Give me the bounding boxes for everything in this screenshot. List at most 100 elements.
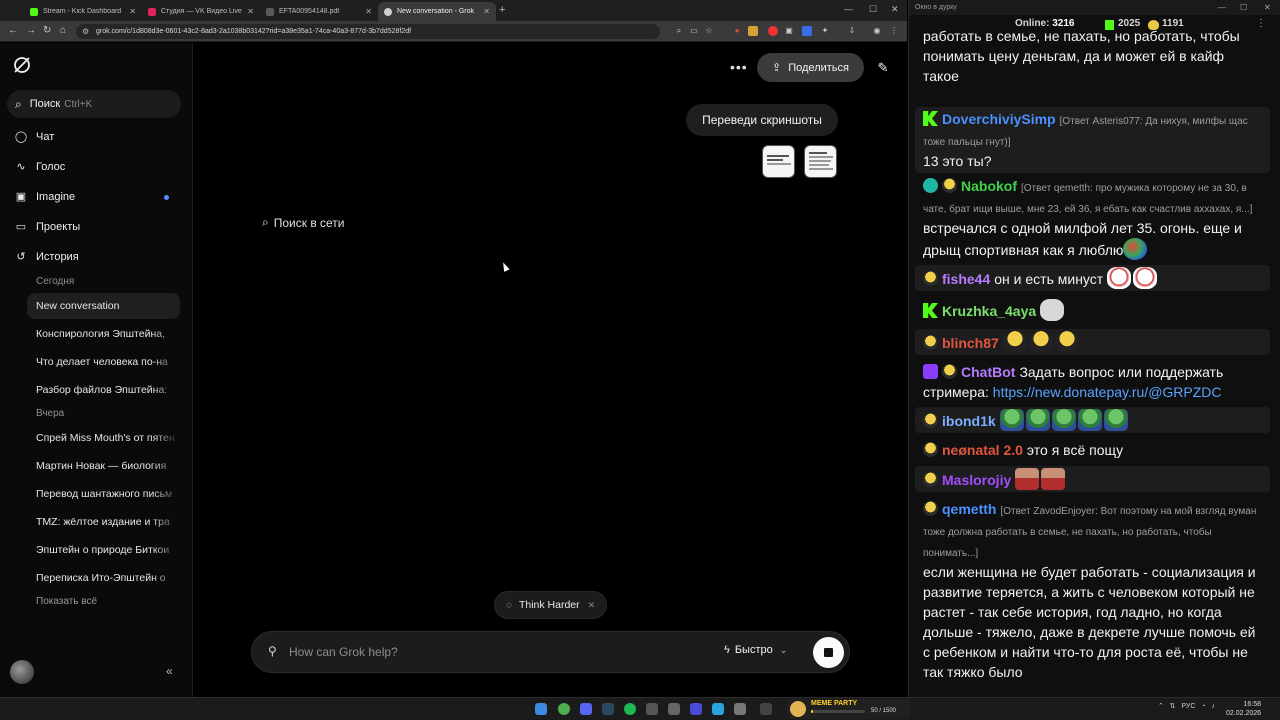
paperclip-icon[interactable]: ⚲ bbox=[268, 644, 277, 658]
bookmark-star-icon[interactable]: ☆ bbox=[704, 26, 714, 36]
prompt-input[interactable] bbox=[289, 642, 709, 662]
donate-link[interactable]: https://new.donatepay.ru/@GRPZDC bbox=[993, 384, 1222, 400]
close-icon[interactable]: ✕ bbox=[483, 7, 490, 16]
history-item[interactable]: Переписка Ито-Эпштейн о bbox=[27, 565, 180, 591]
home-icon[interactable]: ⌂ bbox=[60, 25, 66, 36]
username[interactable]: Kruzhka_4aya bbox=[942, 303, 1036, 319]
extension-record-icon[interactable]: ● bbox=[732, 26, 742, 36]
chrome-icon[interactable] bbox=[558, 703, 570, 715]
username[interactable]: blinch87 bbox=[942, 335, 999, 351]
pepe-badge-icon bbox=[923, 413, 938, 428]
media-icon[interactable] bbox=[690, 703, 702, 715]
username[interactable]: Nabokof bbox=[961, 178, 1017, 194]
chat-window-title: Окно в дурку bbox=[915, 4, 957, 11]
download-icon[interactable]: ⇩ bbox=[847, 26, 857, 36]
username[interactable]: fishe44 bbox=[942, 271, 990, 287]
username[interactable]: DoverchiviySimp bbox=[942, 111, 1056, 127]
extensions-puzzle-icon[interactable]: ✦ bbox=[820, 26, 830, 36]
username[interactable]: ibond1k bbox=[942, 413, 996, 429]
telegram-icon[interactable] bbox=[712, 703, 724, 715]
discord-icon[interactable] bbox=[580, 703, 592, 715]
cast-icon[interactable]: ▭ bbox=[689, 26, 699, 36]
app-icon[interactable] bbox=[734, 703, 746, 715]
nav-history[interactable]: ↺ История bbox=[14, 246, 78, 268]
vk-favicon-icon bbox=[148, 7, 156, 16]
attached-screenshot-thumbnail[interactable] bbox=[804, 145, 837, 178]
extension-adblock-icon[interactable] bbox=[768, 26, 778, 36]
tab-label: Stream - Kick Dashboard bbox=[43, 8, 122, 15]
maximize-icon[interactable]: ☐ bbox=[869, 4, 877, 15]
url-input[interactable]: ⚙ grok.com/c/1d808d3e-0601-43c2-8ad3-2a1… bbox=[76, 24, 660, 39]
nav-chat[interactable]: ◯ Чат bbox=[14, 126, 54, 148]
search-icon[interactable]: ⌕ bbox=[674, 26, 684, 36]
show-all-link[interactable]: Показать всё bbox=[36, 596, 97, 607]
nav-imagine[interactable]: ▣ Imagine bbox=[14, 186, 75, 208]
close-icon[interactable]: ✕ bbox=[588, 600, 596, 611]
tab-pdf[interactable]: EFTA00954148.pdf ✕ bbox=[260, 2, 378, 21]
tab-vk-studio[interactable]: Студия — VK Видео Live ✕ bbox=[142, 2, 260, 21]
tab-kick-dashboard[interactable]: Stream - Kick Dashboard ✕ bbox=[24, 2, 142, 21]
close-window-icon[interactable]: ✕ bbox=[1264, 0, 1271, 15]
new-tab-button[interactable]: + bbox=[499, 4, 505, 16]
history-item[interactable]: Конспирология Эпштейна, bbox=[27, 321, 180, 347]
system-tray[interactable]: ⌃ ⇅ РУС ◔ ♪ bbox=[1158, 702, 1215, 710]
new-chat-icon[interactable]: ✎ bbox=[872, 57, 894, 79]
emote-icon bbox=[1123, 238, 1148, 260]
mode-select[interactable]: ϟ Быстро ⌄ bbox=[724, 644, 787, 656]
forward-icon[interactable]: → bbox=[26, 25, 36, 36]
history-item[interactable]: TMZ: жёлтое издание и тра bbox=[27, 509, 180, 535]
message-text: работать в семье, не пахать, но работать… bbox=[923, 28, 1240, 84]
collapse-sidebar-icon[interactable]: « bbox=[166, 664, 173, 678]
obs-icon[interactable] bbox=[668, 703, 680, 715]
grok-sidebar: ⌕ Поиск Ctrl+K ◯ Чат ∿ Голос ▣ Imagine ▭… bbox=[0, 43, 193, 697]
language-indicator[interactable]: РУС bbox=[1181, 703, 1195, 710]
history-item[interactable]: Что делает человека по-на bbox=[27, 349, 180, 375]
minimize-icon[interactable]: — bbox=[1218, 0, 1226, 15]
profile-icon[interactable]: ◉ bbox=[872, 26, 882, 36]
chat-message: DoverchiviySimp [Ответ Asteris077: Да них… bbox=[915, 107, 1270, 173]
reload-icon[interactable]: ↻ bbox=[43, 25, 51, 36]
history-item[interactable]: Эпштейн о природе Биткои bbox=[27, 537, 180, 563]
more-options-icon[interactable]: ••• bbox=[730, 59, 748, 75]
minimize-icon[interactable]: — bbox=[844, 4, 853, 14]
extension-save-icon[interactable]: ▣ bbox=[784, 26, 794, 36]
prompt-composer: ⚲ ϟ Быстро ⌄ bbox=[251, 631, 850, 673]
history-item[interactable]: Разбор файлов Эпштейна: bbox=[27, 377, 180, 403]
close-icon[interactable]: ✕ bbox=[247, 7, 254, 16]
message-text: встречался с одной милфой лет 35. огонь.… bbox=[923, 220, 1242, 258]
close-icon[interactable]: ✕ bbox=[129, 7, 136, 16]
maximize-icon[interactable]: ☐ bbox=[1240, 0, 1247, 15]
share-button[interactable]: ⇪ Поделиться bbox=[757, 53, 864, 82]
stop-button[interactable] bbox=[813, 637, 844, 668]
steam-icon[interactable] bbox=[602, 703, 614, 715]
history-item[interactable]: Мартин Новак — биология bbox=[27, 453, 180, 479]
history-item[interactable]: Спрей Miss Mouth's от пятен bbox=[27, 425, 180, 451]
nav-projects[interactable]: ▭ Проекты bbox=[14, 216, 80, 238]
back-icon[interactable]: ← bbox=[8, 25, 18, 36]
username[interactable]: Maslorojiy bbox=[942, 472, 1011, 488]
history-item[interactable]: Перевод шантажного письм bbox=[27, 481, 180, 507]
stream-chat-window: Окно в дурку — ☐ ✕ Online: 3216 2025 119… bbox=[908, 0, 1280, 697]
close-window-icon[interactable]: ✕ bbox=[891, 4, 899, 15]
attached-screenshot-thumbnail[interactable] bbox=[762, 145, 795, 178]
history-item[interactable]: New conversation bbox=[27, 293, 180, 319]
think-harder-chip[interactable]: ◌ Think Harder ✕ bbox=[494, 591, 607, 619]
nav-voice[interactable]: ∿ Голос bbox=[14, 156, 65, 178]
browser-menu-icon[interactable]: ⋮ bbox=[889, 26, 899, 36]
tab-grok[interactable]: New conversation - Grok ✕ bbox=[378, 2, 496, 21]
extension-puzzle-blue-icon[interactable] bbox=[802, 26, 812, 36]
close-icon[interactable]: ✕ bbox=[365, 7, 372, 16]
site-info-icon[interactable]: ⚙ bbox=[82, 24, 89, 39]
username[interactable]: neønatal 2.0 bbox=[942, 442, 1023, 458]
username[interactable]: ChatBot bbox=[961, 364, 1015, 380]
search-button[interactable]: ⌕ Поиск Ctrl+K bbox=[7, 90, 181, 118]
app-icon[interactable] bbox=[646, 703, 658, 715]
start-menu-icon[interactable] bbox=[535, 703, 547, 715]
avatar[interactable] bbox=[10, 660, 34, 684]
extension-cookie-icon[interactable] bbox=[748, 26, 758, 36]
clock[interactable]: 16:58 02.02.2026 bbox=[1226, 700, 1261, 718]
username[interactable]: qemetth bbox=[942, 501, 996, 517]
grok-logo-icon[interactable] bbox=[12, 55, 32, 75]
app-icon[interactable] bbox=[760, 703, 772, 715]
spotify-icon[interactable] bbox=[624, 703, 636, 715]
